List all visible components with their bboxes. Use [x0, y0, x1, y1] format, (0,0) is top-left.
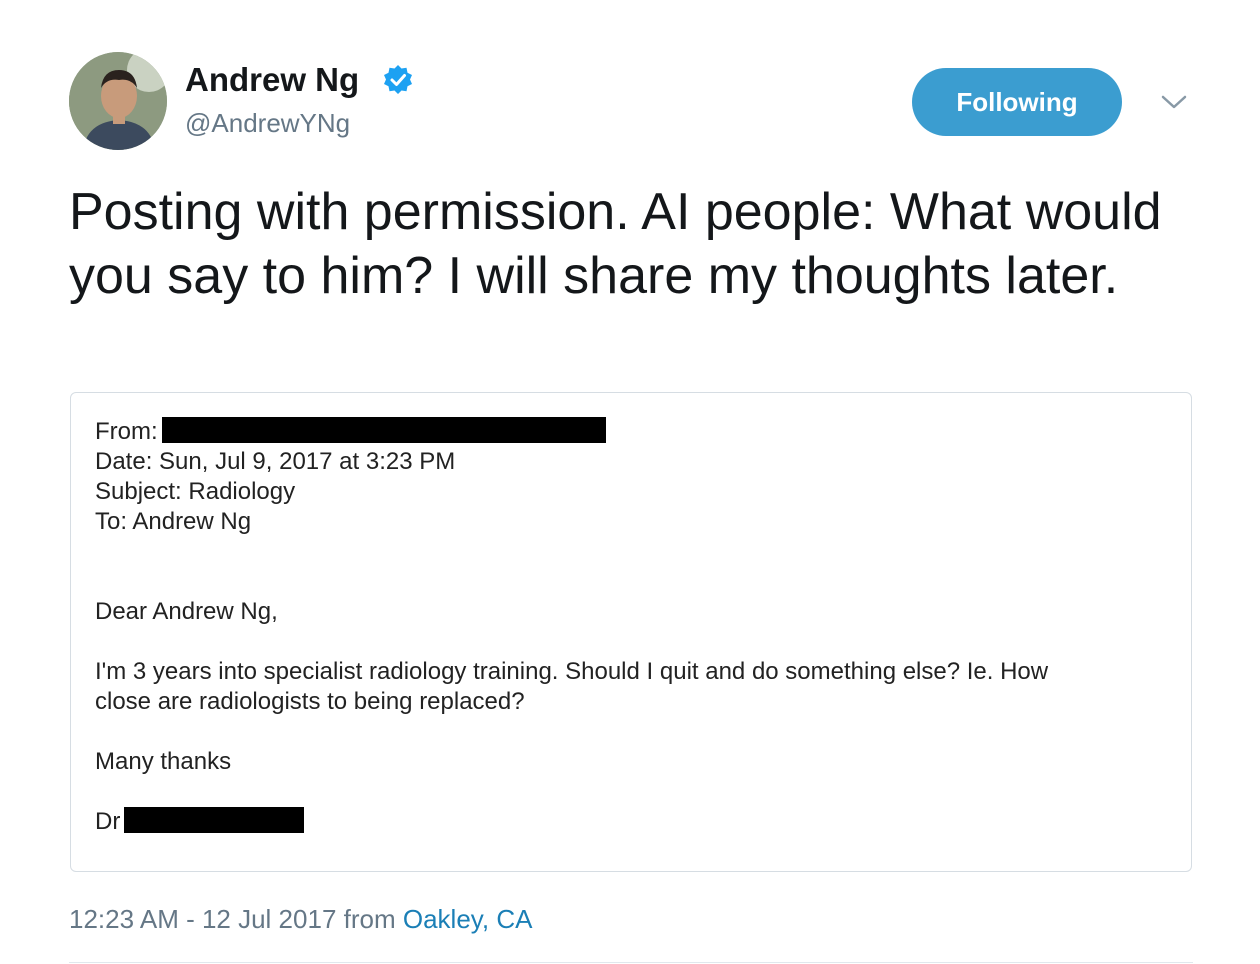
avatar[interactable]	[69, 52, 167, 150]
email-signature-prefix: Dr	[95, 808, 121, 835]
divider	[69, 962, 1193, 963]
email-body-line-2: close are radiologists to being replaced…	[95, 688, 525, 715]
following-button[interactable]: Following	[912, 68, 1122, 136]
tweet-text: Posting with permission. AI people: What…	[69, 183, 1162, 305]
chevron-down-icon[interactable]	[1160, 92, 1188, 112]
email-subject-line: Subject: Radiology	[95, 478, 296, 505]
tweet-location-link[interactable]: Oakley, CA	[403, 904, 533, 934]
email-from-line: From:	[95, 417, 606, 447]
email-date-line: Date: Sun, Jul 9, 2017 at 3:23 PM	[95, 448, 456, 475]
tweet-timestamp[interactable]: 12:23 AM - 12 Jul 2017	[69, 904, 336, 934]
email-greeting: Dear Andrew Ng,	[95, 598, 278, 625]
tweet-meta: 12:23 AM - 12 Jul 2017 from Oakley, CA	[69, 902, 532, 936]
avatar-photo	[69, 52, 167, 150]
email-signature: Dr	[95, 807, 305, 837]
email-to-line: To: Andrew Ng	[95, 508, 252, 535]
email-from-label: From:	[95, 418, 158, 445]
from-word: from	[343, 904, 396, 934]
verified-badge-icon	[384, 65, 412, 94]
author-display-name[interactable]: Andrew Ng	[185, 60, 359, 100]
redacted-signature	[124, 807, 305, 833]
email-screenshot-image[interactable]: From: Date: Sun, Jul 9, 2017 at 3:23 PM …	[70, 392, 1192, 872]
email-body-line-1: I'm 3 years into specialist radiology tr…	[95, 658, 1049, 685]
redacted-sender	[161, 417, 606, 443]
email-closing: Many thanks	[95, 748, 232, 775]
author-handle[interactable]: @AndrewYNg	[185, 107, 350, 139]
